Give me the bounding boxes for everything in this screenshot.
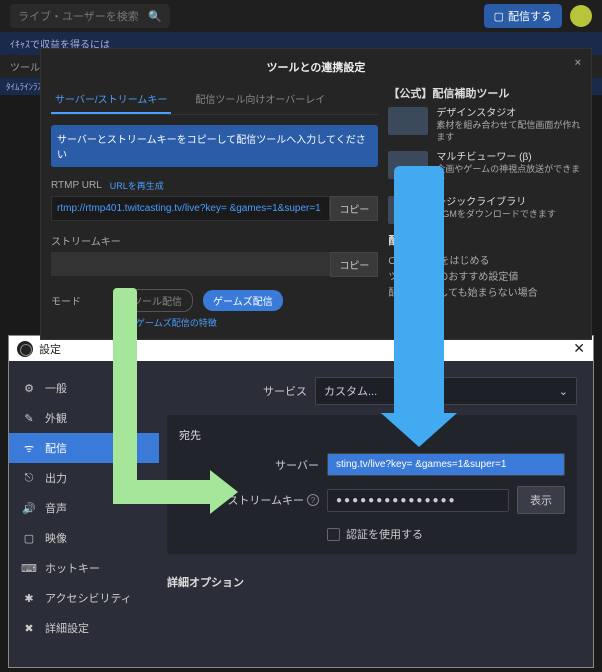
info-banner: サーバーとストリームキーをコピーして配信ツールへ入力してください: [51, 125, 378, 167]
modal-tabs: サーバー/ストリームキー 配信ツール向けオーバーレイ: [51, 85, 378, 115]
advanced-options-heading[interactable]: 詳細オプション: [167, 566, 577, 598]
accessibility-icon: ✱: [21, 590, 37, 606]
monitor-icon: ▢: [21, 530, 37, 546]
mode-label: モード: [51, 293, 111, 308]
streamkey-label: ストリームキー: [51, 233, 121, 248]
streamkey-input[interactable]: ●●●●●●●●●●●●●●●: [327, 489, 509, 512]
search-icon: 🔍: [148, 10, 162, 23]
guide-arrow-green: [113, 480, 215, 504]
sidebar-item-hotkeys[interactable]: ⌨ホットキー: [9, 553, 159, 583]
keyboard-icon: ⌨: [21, 560, 37, 576]
gear-icon: ⚙: [21, 380, 37, 396]
games-feature-link[interactable]: ? ゲームズ配信の特徴: [121, 316, 378, 329]
mode-games-pill[interactable]: ゲームズ配信: [203, 290, 283, 311]
sidebar-item-accessibility[interactable]: ✱アクセシビリティ: [9, 583, 159, 613]
tab-server-key[interactable]: サーバー/ストリームキー: [51, 85, 171, 114]
copy-rtmp-button[interactable]: コピー: [330, 196, 378, 221]
rtmp-label: RTMP URL: [51, 180, 102, 191]
stream-label: 配信する: [508, 8, 552, 24]
dest-heading: 宛先: [179, 427, 565, 443]
obs-settings-window: 設定 ✕ ⚙一般 ✎外観 ᯤ配信 ⎋出力 🔊音声 ▢映像 ⌨ホットキー ✱アクセ…: [8, 335, 594, 668]
service-select[interactable]: カスタム... ⌄: [315, 377, 577, 405]
obs-logo-icon: [17, 341, 33, 357]
camera-icon: ▢: [494, 10, 504, 23]
close-icon[interactable]: ✕: [573, 340, 585, 357]
tools-icon: ✖: [21, 620, 37, 636]
output-icon: ⎋: [21, 470, 37, 486]
obs-title: 設定: [39, 341, 61, 357]
modal-title: ツールとの連携設定 ×: [41, 49, 591, 85]
stream-key-field[interactable]: [51, 252, 330, 276]
brush-icon: ✎: [21, 410, 37, 426]
help-icon[interactable]: ?: [307, 494, 319, 506]
search-input[interactable]: ライブ・ユーザーを検索 🔍: [10, 4, 170, 28]
search-placeholder: ライブ・ユーザーを検索: [18, 8, 139, 24]
guide-arrow-blue-head: [381, 413, 457, 447]
guide-arrow-blue: [394, 166, 444, 418]
show-key-button[interactable]: 表示: [517, 486, 565, 514]
auth-label: 認証を使用する: [346, 526, 423, 542]
copy-key-button[interactable]: コピー: [330, 252, 378, 277]
server-label: サーバー: [179, 457, 319, 473]
sidebar-item-video[interactable]: ▢映像: [9, 523, 159, 553]
tool-design-studio[interactable]: デザインスタジオ素材を組み合わせて配信画面が作れます: [388, 107, 581, 143]
regenerate-url-link[interactable]: URLを再生成: [110, 179, 164, 192]
tab-overlay[interactable]: 配信ツール向けオーバーレイ: [191, 85, 329, 114]
close-icon[interactable]: ×: [575, 57, 581, 69]
top-bar: ライブ・ユーザーを検索 🔍 ▢ 配信する: [0, 0, 602, 32]
chevron-down-icon: ⌄: [559, 385, 568, 398]
rtmp-url-field[interactable]: rtmp://rtmp401.twitcasting.tv/live?key= …: [51, 196, 330, 221]
tools-heading: 【公式】配信補助ツール: [388, 85, 581, 101]
guide-arrow-green-head: [210, 470, 238, 514]
speaker-icon: 🔊: [21, 500, 37, 516]
tool-thumb: [388, 107, 428, 135]
antenna-icon: ᯤ: [21, 440, 37, 456]
auth-checkbox-row[interactable]: 認証を使用する: [327, 526, 565, 542]
guide-arrow-green: [113, 288, 137, 494]
start-stream-button[interactable]: ▢ 配信する: [484, 4, 562, 28]
avatar[interactable]: [570, 5, 592, 27]
service-label: サービス: [167, 383, 307, 399]
server-input[interactable]: sting.tv/live?key= &games=1&super=1: [327, 453, 565, 476]
sidebar-item-advanced[interactable]: ✖詳細設定: [9, 613, 159, 643]
checkbox-icon[interactable]: [327, 528, 340, 541]
